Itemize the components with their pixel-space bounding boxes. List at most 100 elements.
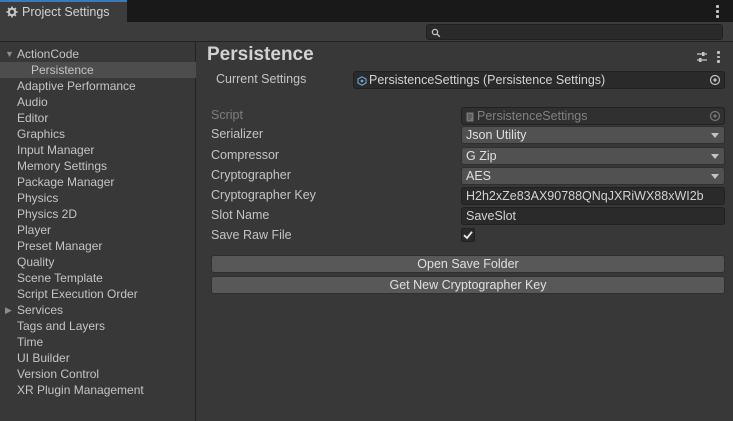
sidebar-item-version-control[interactable]: Version Control bbox=[0, 366, 196, 382]
sidebar-item-label: Package Manager bbox=[17, 175, 115, 189]
script-field: PersistenceSettings bbox=[461, 107, 725, 125]
open-save-folder-button[interactable]: Open Save Folder bbox=[211, 255, 725, 273]
slot-name-value: SaveSlot bbox=[466, 209, 517, 223]
sidebar-item-label: Scene Template bbox=[17, 271, 103, 285]
sidebar-item-ui-builder[interactable]: UI Builder bbox=[0, 350, 196, 366]
current-settings-label: Current Settings bbox=[216, 72, 307, 86]
cryptographer-key-row: Cryptographer Key H2h2xZe83AX90788QNqJXR… bbox=[211, 187, 725, 205]
expand-right-arrow-icon[interactable]: ▶ bbox=[5, 302, 13, 318]
script-value: PersistenceSettings bbox=[477, 109, 588, 123]
cryptographer-key-label: Cryptographer Key bbox=[211, 188, 316, 202]
scriptable-object-icon bbox=[357, 75, 367, 86]
sidebar-item-adaptive-performance[interactable]: Adaptive Performance bbox=[0, 78, 196, 94]
cryptographer-value: AES bbox=[466, 169, 492, 183]
toolbar bbox=[0, 22, 733, 42]
current-settings-row: Current Settings PersistenceSettings (Pe… bbox=[211, 71, 725, 89]
object-picker-icon bbox=[709, 110, 721, 122]
serializer-row: Serializer Json Utility bbox=[211, 126, 725, 144]
sidebar-item-label: Editor bbox=[17, 111, 49, 125]
sidebar-item-label: Graphics bbox=[17, 127, 66, 141]
checkmark-icon bbox=[463, 231, 473, 240]
search-icon bbox=[431, 27, 441, 38]
sidebar-item-script-execution-order[interactable]: Script Execution Order bbox=[0, 286, 196, 302]
sidebar-item-label: Services bbox=[17, 303, 64, 317]
settings-sidebar: ▼ ActionCode Persistence Adaptive Performan… bbox=[0, 42, 196, 421]
cryptographer-key-input[interactable]: H2h2xZe83AX90788QNqJXRiWX88xWI2b bbox=[461, 187, 725, 205]
sidebar-item-audio[interactable]: Audio bbox=[0, 94, 196, 110]
expand-down-arrow-icon[interactable]: ▼ bbox=[5, 46, 14, 62]
sidebar-item-persistence[interactable]: Persistence bbox=[0, 62, 196, 78]
cryptographer-row: Cryptographer AES bbox=[211, 167, 725, 185]
gear-icon bbox=[6, 6, 18, 18]
sidebar-item-services[interactable]: ▶ Services bbox=[0, 302, 196, 318]
sidebar-item-memory-settings[interactable]: Memory Settings bbox=[0, 158, 196, 174]
settings-panel: Persistence Current Settings Persistence… bbox=[197, 42, 733, 421]
serializer-label: Serializer bbox=[211, 127, 264, 141]
sidebar-item-label: UI Builder bbox=[17, 351, 70, 365]
sidebar-item-label: ActionCode bbox=[17, 47, 80, 61]
compressor-value: G Zip bbox=[466, 149, 497, 163]
sidebar-item-physics[interactable]: Physics bbox=[0, 190, 196, 206]
script-row: Script PersistenceSettings bbox=[211, 107, 725, 125]
sidebar-item-label: Persistence bbox=[31, 63, 94, 77]
sidebar-item-label: Physics bbox=[17, 191, 59, 205]
sidebar-item-xr-plugin-management[interactable]: XR Plugin Management bbox=[0, 382, 196, 398]
sidebar-item-label: Time bbox=[17, 335, 44, 349]
sidebar-item-actioncode[interactable]: ▼ ActionCode bbox=[0, 46, 196, 62]
sidebar-item-label: Input Manager bbox=[17, 143, 95, 157]
current-settings-field[interactable]: PersistenceSettings (Persistence Setting… bbox=[353, 71, 725, 89]
sidebar-item-label: Preset Manager bbox=[17, 239, 103, 253]
sidebar-item-label: Script Execution Order bbox=[17, 287, 138, 301]
script-label: Script bbox=[211, 108, 243, 122]
current-settings-value: PersistenceSettings (Persistence Setting… bbox=[369, 73, 606, 87]
slot-name-input[interactable]: SaveSlot bbox=[461, 207, 725, 225]
sidebar-item-player[interactable]: Player bbox=[0, 222, 196, 238]
window-menu-icon[interactable] bbox=[713, 3, 721, 19]
sidebar-item-preset-manager[interactable]: Preset Manager bbox=[0, 238, 196, 254]
save-raw-file-label: Save Raw File bbox=[211, 228, 292, 242]
cryptographer-key-value: H2h2xZe83AX90788QNqJXRiWX88xWI2b bbox=[466, 189, 704, 203]
slot-name-row: Slot Name SaveSlot bbox=[211, 207, 725, 225]
sidebar-item-label: Physics 2D bbox=[17, 207, 78, 221]
search-input[interactable] bbox=[426, 24, 723, 40]
sidebar-item-label: Adaptive Performance bbox=[17, 79, 136, 93]
sidebar-item-input-manager[interactable]: Input Manager bbox=[0, 142, 196, 158]
sidebar-item-label: Version Control bbox=[17, 367, 100, 381]
sidebar-item-label: XR Plugin Management bbox=[17, 383, 144, 397]
sidebar-item-scene-template[interactable]: Scene Template bbox=[0, 270, 196, 286]
sidebar-item-label: Audio bbox=[17, 95, 48, 109]
sidebar-item-label: Player bbox=[17, 223, 52, 237]
save-raw-file-row: Save Raw File bbox=[211, 227, 725, 245]
compressor-dropdown[interactable]: G Zip bbox=[461, 147, 725, 165]
sidebar-item-label: Tags and Layers bbox=[17, 319, 106, 333]
sidebar-item-graphics[interactable]: Graphics bbox=[0, 126, 196, 142]
save-raw-file-checkbox[interactable] bbox=[461, 228, 475, 242]
sidebar-item-quality[interactable]: Quality bbox=[0, 254, 196, 270]
get-new-cryptographer-key-button[interactable]: Get New Cryptographer Key bbox=[211, 276, 725, 294]
window-tab-bar: Project Settings bbox=[0, 0, 733, 22]
sidebar-item-physics-2d[interactable]: Physics 2D bbox=[0, 206, 196, 222]
serializer-value: Json Utility bbox=[466, 128, 527, 142]
project-settings-tab[interactable]: Project Settings bbox=[0, 0, 127, 22]
page-title: Persistence bbox=[207, 44, 314, 65]
tab-title: Project Settings bbox=[22, 5, 110, 19]
more-options-icon[interactable] bbox=[715, 51, 721, 64]
chevron-down-icon bbox=[711, 154, 719, 159]
chevron-down-icon bbox=[711, 174, 719, 179]
sidebar-item-label: Memory Settings bbox=[17, 159, 108, 173]
sidebar-item-editor[interactable]: Editor bbox=[0, 110, 196, 126]
compressor-label: Compressor bbox=[211, 148, 280, 162]
compressor-row: Compressor G Zip bbox=[211, 147, 725, 165]
sidebar-item-tags-and-layers[interactable]: Tags and Layers bbox=[0, 318, 196, 334]
chevron-down-icon bbox=[711, 133, 719, 138]
object-picker-icon[interactable] bbox=[709, 74, 721, 86]
sidebar-item-time[interactable]: Time bbox=[0, 334, 196, 350]
cryptographer-label: Cryptographer bbox=[211, 168, 291, 182]
sidebar-item-label: Quality bbox=[17, 255, 55, 269]
preset-icon[interactable] bbox=[696, 51, 708, 63]
sidebar-item-package-manager[interactable]: Package Manager bbox=[0, 174, 196, 190]
slot-name-label: Slot Name bbox=[211, 208, 270, 222]
cryptographer-dropdown[interactable]: AES bbox=[461, 167, 725, 185]
script-icon bbox=[465, 111, 475, 122]
serializer-dropdown[interactable]: Json Utility bbox=[461, 126, 725, 144]
